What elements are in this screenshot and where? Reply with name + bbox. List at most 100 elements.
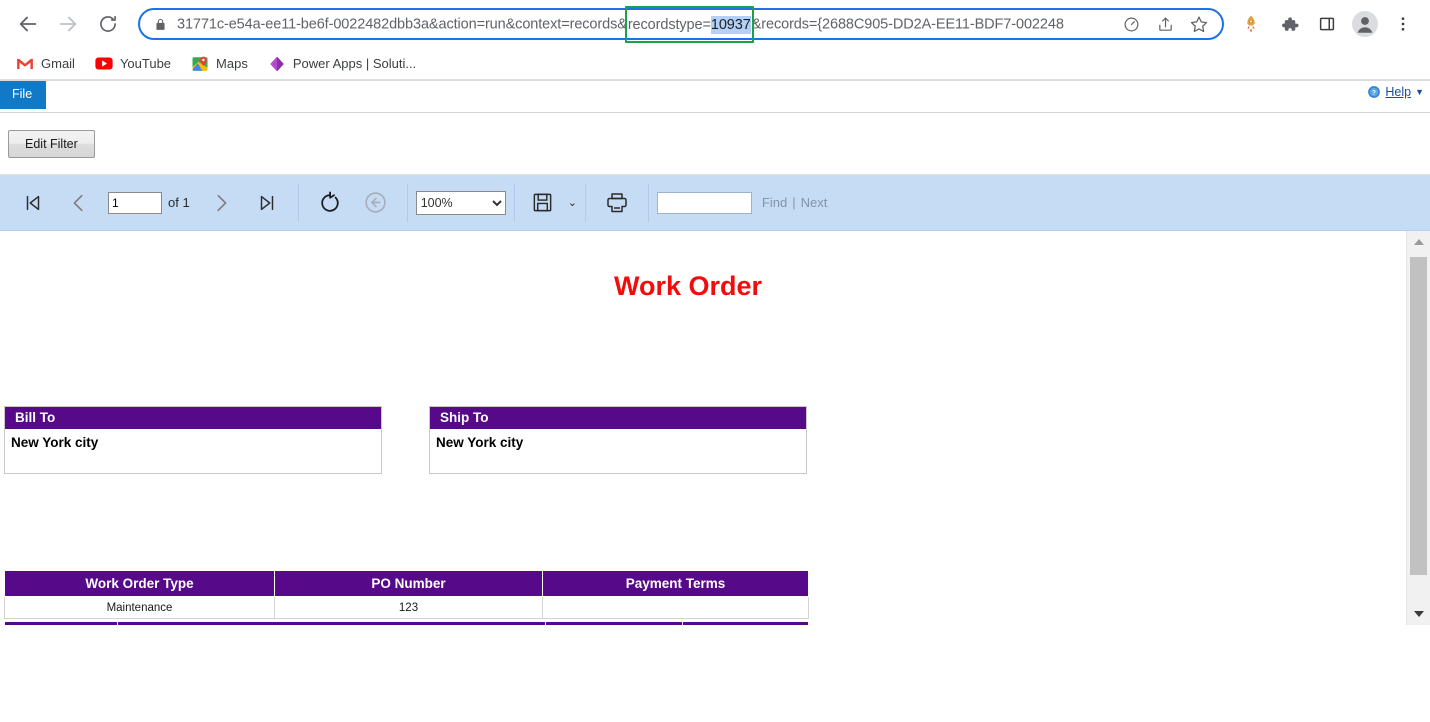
- refresh-button[interactable]: [307, 182, 353, 224]
- first-page-icon: [26, 195, 40, 210]
- lock-icon: [154, 17, 167, 32]
- cell-po-number: 123: [274, 596, 543, 619]
- arrow-right-icon: [59, 16, 77, 32]
- power-apps-icon: [268, 55, 286, 73]
- cell-payment-terms: [542, 596, 809, 619]
- report-viewport: Work Order Bill To New York city Ship To…: [0, 231, 1430, 625]
- browser-nav-bar: 31771c-e54a-ee11-be6f-0022482dbb3a&actio…: [0, 0, 1430, 48]
- refresh-group: [305, 175, 401, 231]
- bookmark-label: Maps: [216, 56, 248, 71]
- reload-button[interactable]: [91, 7, 125, 41]
- url-text[interactable]: 31771c-e54a-ee11-be6f-0022482dbb3a&actio…: [177, 5, 1110, 43]
- side-panel-icon[interactable]: [1312, 9, 1342, 39]
- rocket-icon[interactable]: [1236, 9, 1266, 39]
- back-to-parent-report-icon: [365, 192, 386, 213]
- extensions-puzzle-icon[interactable]: [1274, 9, 1304, 39]
- previous-page-icon: [73, 194, 83, 211]
- services-products-table: Quantity Services / Products Description…: [4, 621, 809, 625]
- bookmark-label: YouTube: [119, 56, 172, 71]
- table-row: Maintenance 123: [4, 596, 809, 619]
- svg-text:?: ?: [1372, 90, 1376, 97]
- star-icon[interactable]: [1186, 11, 1212, 37]
- edit-filter-button[interactable]: Edit Filter: [8, 129, 95, 158]
- back-to-parent-report-button[interactable]: [353, 182, 399, 224]
- find-next-link[interactable]: Next: [801, 195, 828, 210]
- share-icon[interactable]: [1152, 11, 1178, 37]
- export-chevron-down-icon[interactable]: ⌄: [568, 196, 577, 209]
- report-toolbar: of 1: [0, 175, 1430, 231]
- gmail-icon: [16, 55, 34, 73]
- toolbar-separator: [647, 183, 649, 222]
- zoom-select[interactable]: 100%: [415, 190, 506, 215]
- bookmark-youtube[interactable]: YouTube: [87, 51, 179, 77]
- bookmark-maps[interactable]: Maps: [183, 51, 256, 77]
- forward-button[interactable]: [51, 7, 85, 41]
- ribbon-row: File ? Help ▼: [0, 81, 1430, 113]
- url-suffix: &records={2688C905-DD2A-EE11-BDF7-002248: [751, 15, 1064, 32]
- scrollbar-thumb[interactable]: [1410, 257, 1427, 575]
- find-input[interactable]: [656, 191, 752, 214]
- address-bar[interactable]: 31771c-e54a-ee11-be6f-0022482dbb3a&actio…: [138, 5, 1224, 43]
- first-page-button[interactable]: [10, 182, 56, 224]
- ship-to-box: Ship To New York city: [429, 406, 807, 474]
- column-header-unit-amount: Unit Amount: [545, 621, 683, 625]
- bookmark-power-apps[interactable]: Power Apps | Soluti...: [260, 51, 424, 77]
- arrow-left-icon: [19, 16, 37, 32]
- report-vertical-scrollbar[interactable]: [1406, 231, 1430, 625]
- file-tab[interactable]: File: [0, 81, 47, 109]
- export-button[interactable]: [523, 182, 563, 224]
- scrollbar-up-button[interactable]: [1407, 231, 1430, 253]
- application-area: File ? Help ▼ Edit Filter 1 of 1 100% ⌄ …: [0, 81, 1430, 722]
- browser-toolbar-right: [1232, 9, 1422, 39]
- print-group: [592, 175, 642, 231]
- pagination-group: of 1: [8, 175, 292, 231]
- column-header-work-order-type: Work Order Type: [4, 570, 275, 597]
- column-header-amount: Amount: [682, 621, 809, 625]
- find-group: Find | Next: [655, 175, 829, 231]
- url-prefix: 31771c-e54a-ee11-be6f-0022482dbb3a&actio…: [177, 15, 627, 32]
- toolbar-separator: [513, 183, 515, 222]
- ship-to-heading: Ship To: [430, 407, 806, 429]
- help-circle-icon: ?: [1367, 85, 1381, 99]
- profile-avatar-icon[interactable]: [1350, 9, 1380, 39]
- refresh-icon: [321, 190, 339, 212]
- bookmark-gmail[interactable]: Gmail: [8, 51, 83, 77]
- find-link[interactable]: Find: [762, 195, 787, 210]
- last-page-button[interactable]: [244, 182, 290, 224]
- help-label: Help: [1385, 85, 1412, 99]
- toolbar-separator: [406, 183, 408, 222]
- page-number-input[interactable]: [108, 191, 162, 214]
- bill-to-box: Bill To New York city: [4, 406, 382, 474]
- cell-work-order-type: Maintenance: [4, 596, 275, 619]
- save-export-icon: [533, 193, 552, 212]
- url-highlight-box: recordstype=10937: [624, 5, 754, 43]
- triangle-up-icon: [1413, 239, 1424, 245]
- scrollbar-down-button[interactable]: [1407, 603, 1430, 625]
- chevron-down-icon: ▼: [1415, 87, 1424, 97]
- previous-page-button[interactable]: [56, 182, 102, 224]
- three-dot-menu-icon[interactable]: [1388, 9, 1418, 39]
- table-header-row: Work Order Type PO Number Payment Terms: [4, 570, 809, 597]
- bookmark-label: Power Apps | Soluti...: [292, 56, 417, 71]
- ship-to-value: New York city: [436, 435, 524, 450]
- back-button[interactable]: [11, 7, 45, 41]
- column-header-po-number: PO Number: [274, 570, 543, 597]
- google-maps-icon: [191, 55, 209, 73]
- zoom-group: 100%: [414, 175, 508, 231]
- help-button[interactable]: ? Help ▼: [1367, 85, 1424, 99]
- next-page-button[interactable]: [198, 182, 244, 224]
- next-page-icon: [217, 194, 227, 211]
- speedometer-icon[interactable]: [1118, 11, 1144, 37]
- reload-icon: [100, 15, 116, 32]
- report-canvas: Work Order Bill To New York city Ship To…: [0, 231, 1406, 625]
- print-button[interactable]: [594, 182, 640, 224]
- order-summary-table: Work Order Type PO Number Payment Terms …: [4, 570, 809, 619]
- table-header-row: Quantity Services / Products Description…: [4, 621, 809, 625]
- youtube-icon: [95, 55, 113, 73]
- column-header-description: Services / Products Description: [117, 621, 546, 625]
- find-divider: |: [792, 195, 796, 210]
- url-highlight-prefix: recordstype=: [627, 16, 711, 33]
- page-count-label: of 1: [168, 195, 190, 210]
- browser-chrome: 31771c-e54a-ee11-be6f-0022482dbb3a&actio…: [0, 0, 1430, 81]
- toolbar-separator: [297, 183, 299, 222]
